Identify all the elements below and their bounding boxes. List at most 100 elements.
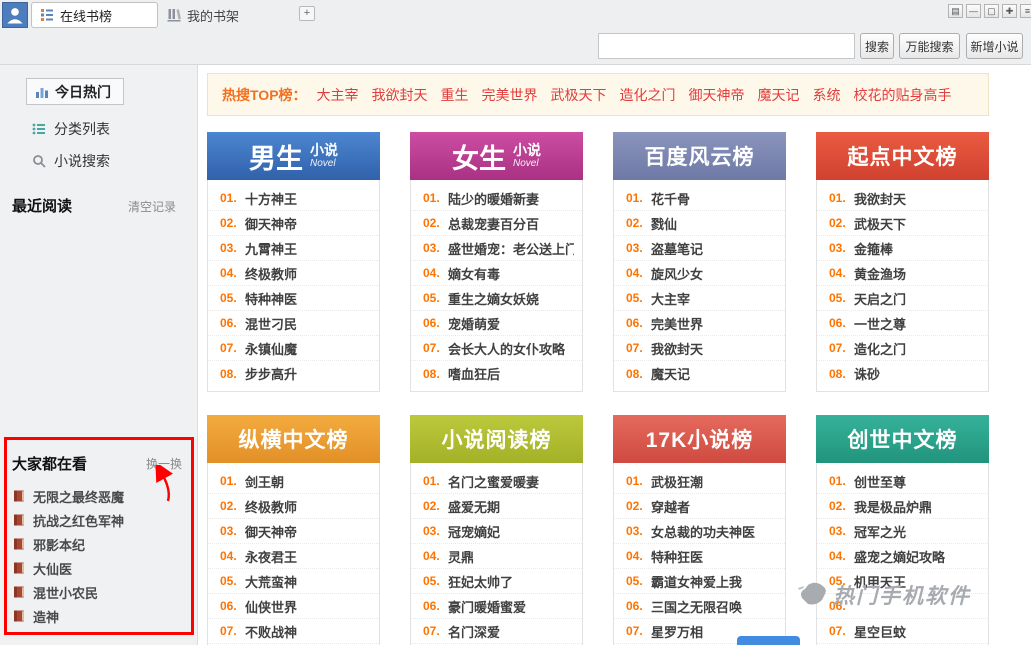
- book-title[interactable]: 盛世婚宠：老公送上门: [448, 239, 574, 258]
- board-item[interactable]: 06. 豪门暖婚蜜爱: [411, 594, 582, 619]
- board-item[interactable]: 06.: [817, 594, 988, 619]
- board-item[interactable]: 02. 穿越者: [614, 494, 785, 519]
- book-title[interactable]: 剑王朝: [245, 472, 284, 491]
- book-title[interactable]: 星罗万相: [651, 622, 703, 641]
- board-item[interactable]: 05. 天启之门: [817, 286, 988, 311]
- board-item[interactable]: 01. 创世至尊: [817, 469, 988, 494]
- hot-keyword[interactable]: 完美世界: [482, 85, 538, 105]
- board-header[interactable]: 女生 小说 Novel: [410, 132, 583, 180]
- book-title[interactable]: 仙侠世界: [245, 597, 297, 616]
- book-title[interactable]: 冠宠嫡妃: [448, 522, 500, 541]
- book-title[interactable]: 御天神帝: [245, 214, 297, 233]
- board-item[interactable]: 05. 霸道女神爱上我: [614, 569, 785, 594]
- board-item[interactable]: 03. 冠宠嫡妃: [411, 519, 582, 544]
- book-title[interactable]: 女总裁的功夫神医: [651, 522, 755, 541]
- board-item[interactable]: 03. 冠军之光: [817, 519, 988, 544]
- skin-icon[interactable]: ▤: [948, 4, 963, 18]
- book-title[interactable]: 金箍棒: [854, 239, 893, 258]
- board-item[interactable]: 02. 总裁宠妻百分百: [411, 211, 582, 236]
- board-item[interactable]: 07. 我欲封天: [614, 336, 785, 361]
- sidebar-item-hot-today[interactable]: 今日热门: [26, 78, 124, 105]
- book-title[interactable]: 终极教师: [245, 497, 297, 516]
- book-title[interactable]: 步步高升: [245, 364, 297, 383]
- book-title[interactable]: 十方神王: [245, 189, 297, 208]
- book-title[interactable]: 黄金渔场: [854, 264, 906, 283]
- board-item[interactable]: 07. 星空巨蚊: [817, 619, 988, 644]
- book-title[interactable]: 陆少的暖婚新妻: [448, 189, 539, 208]
- board-item[interactable]: 01. 陆少的暖婚新妻: [411, 186, 582, 211]
- board-item[interactable]: 07. 名门深爱: [411, 619, 582, 644]
- book-title[interactable]: 武极天下: [854, 214, 906, 233]
- board-item[interactable]: 05. 重生之嫡女妖娆: [411, 286, 582, 311]
- board-item[interactable]: 05. 狂妃太帅了: [411, 569, 582, 594]
- board-item[interactable]: 04. 终极教师: [208, 261, 379, 286]
- board-item[interactable]: 05. 机甲天王: [817, 569, 988, 594]
- book-row[interactable]: 邪影本纪: [12, 532, 190, 556]
- board-item[interactable]: 03. 盗墓笔记: [614, 236, 785, 261]
- board-item[interactable]: 05. 大荒蛮神: [208, 569, 379, 594]
- book-title[interactable]: 盗墓笔记: [651, 239, 703, 258]
- book-title[interactable]: 狂妃太帅了: [448, 572, 513, 591]
- board-item[interactable]: 05. 特种神医: [208, 286, 379, 311]
- board-item[interactable]: 06. 完美世界: [614, 311, 785, 336]
- board-item[interactable]: 06. 宠婚萌爱: [411, 311, 582, 336]
- board-item[interactable]: 06. 三国之无限召唤: [614, 594, 785, 619]
- board-header[interactable]: 创世中文榜: [816, 415, 989, 463]
- search-input[interactable]: [598, 33, 855, 59]
- book-title[interactable]: 不败战神: [245, 622, 297, 641]
- book-title[interactable]: 嗜血狂后: [448, 364, 500, 383]
- clear-history-link[interactable]: 清空记录: [128, 198, 176, 215]
- book-title[interactable]: 魔天记: [651, 364, 690, 383]
- board-item[interactable]: 04. 黄金渔场: [817, 261, 988, 286]
- board-header[interactable]: 小说阅读榜: [410, 415, 583, 463]
- book-title[interactable]: 九霄神王: [245, 239, 297, 258]
- book-title[interactable]: 我欲封天: [651, 339, 703, 358]
- book-title[interactable]: 造化之门: [854, 339, 906, 358]
- book-title[interactable]: 三国之无限召唤: [651, 597, 742, 616]
- hot-keyword[interactable]: 御天神帝: [689, 85, 745, 105]
- book-title[interactable]: 永镇仙魔: [245, 339, 297, 358]
- book-title[interactable]: 特种神医: [245, 289, 297, 308]
- book-title[interactable]: 大仙医: [33, 559, 72, 578]
- book-title[interactable]: 豪门暖婚蜜爱: [448, 597, 526, 616]
- board-header[interactable]: 纵横中文榜: [207, 415, 380, 463]
- new-tab-button[interactable]: +: [299, 6, 315, 21]
- add-novel-button[interactable]: 新增小说: [966, 33, 1023, 59]
- board-item[interactable]: 02. 盛爱无期: [411, 494, 582, 519]
- book-title[interactable]: 混世刁民: [245, 314, 297, 333]
- board-item[interactable]: 04. 盛宠之嫡妃攻略: [817, 544, 988, 569]
- book-title[interactable]: 邪影本纪: [33, 535, 85, 554]
- book-title[interactable]: 永夜君王: [245, 547, 297, 566]
- book-title[interactable]: 戮仙: [651, 214, 677, 233]
- board-item[interactable]: 01. 武极狂潮: [614, 469, 785, 494]
- book-row[interactable]: 混世小农民: [12, 580, 190, 604]
- board-item[interactable]: 08. 魔天记: [614, 361, 785, 386]
- board-item[interactable]: 07. 会长大人的女仆攻略: [411, 336, 582, 361]
- board-item[interactable]: 04. 嫡女有毒: [411, 261, 582, 286]
- hot-keyword[interactable]: 我欲封天: [372, 85, 428, 105]
- board-item[interactable]: 03. 盛世婚宠：老公送上门: [411, 236, 582, 261]
- board-item[interactable]: 01. 剑王朝: [208, 469, 379, 494]
- book-title[interactable]: 天启之门: [854, 289, 906, 308]
- hot-keyword[interactable]: 系统: [813, 85, 841, 105]
- tab-online-rankings[interactable]: 在线书榜: [31, 2, 158, 28]
- book-title[interactable]: 抗战之红色军神: [33, 511, 124, 530]
- hot-keyword[interactable]: 重生: [441, 85, 469, 105]
- board-item[interactable]: 04. 灵鼎: [411, 544, 582, 569]
- book-title[interactable]: 盛宠之嫡妃攻略: [854, 547, 945, 566]
- board-item[interactable]: 02. 我是极品炉鼎: [817, 494, 988, 519]
- board-item[interactable]: 01. 花千骨: [614, 186, 785, 211]
- maximize-button[interactable]: ▢: [984, 4, 999, 18]
- board-item[interactable]: 06. 混世刁民: [208, 311, 379, 336]
- board-item[interactable]: 01. 我欲封天: [817, 186, 988, 211]
- book-title[interactable]: 会长大人的女仆攻略: [448, 339, 565, 358]
- book-title[interactable]: 大主宰: [651, 289, 690, 308]
- board-item[interactable]: 07. 不败战神: [208, 619, 379, 644]
- board-item[interactable]: 02. 武极天下: [817, 211, 988, 236]
- hot-keyword[interactable]: 造化之门: [620, 85, 676, 105]
- minimize-button[interactable]: —: [966, 4, 981, 18]
- book-title[interactable]: 创世至尊: [854, 472, 906, 491]
- book-row[interactable]: 抗战之红色军神: [12, 508, 190, 532]
- book-title[interactable]: 无限之最终恶魔: [33, 487, 124, 506]
- book-title[interactable]: 灵鼎: [448, 547, 474, 566]
